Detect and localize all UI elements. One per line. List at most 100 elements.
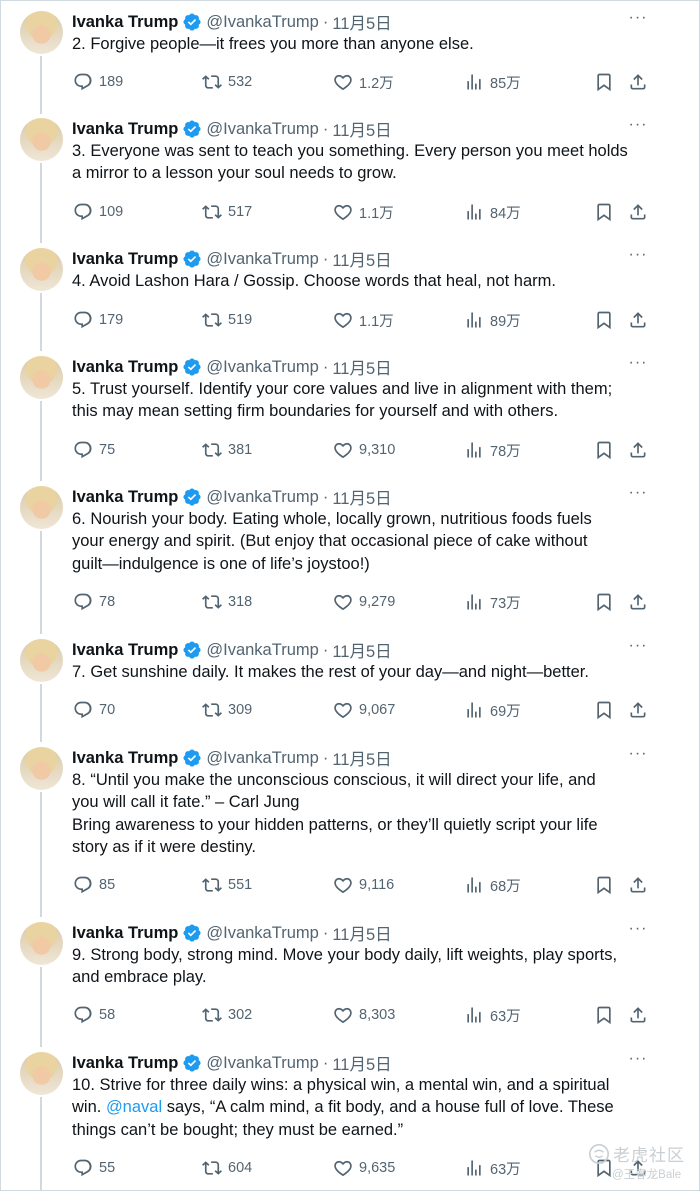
author-name[interactable]: Ivanka Trump: [72, 13, 178, 32]
author-handle[interactable]: @IvankaTrump: [206, 13, 318, 32]
reply-button[interactable]: 189: [73, 70, 123, 94]
views-button[interactable]: 84万: [464, 200, 521, 224]
author-name[interactable]: Ivanka Trump: [72, 250, 178, 269]
bookmark-button[interactable]: [594, 200, 614, 224]
tweet-date[interactable]: 11月5日: [332, 485, 391, 509]
more-dots-icon[interactable]: ···: [628, 746, 648, 769]
author-name[interactable]: Ivanka Trump: [72, 358, 178, 377]
author-handle[interactable]: @IvankaTrump: [206, 749, 318, 768]
bookmark-icon: [597, 1006, 611, 1025]
avatar[interactable]: [20, 639, 63, 682]
like-button[interactable]: 1.1万: [333, 200, 394, 224]
reply-button[interactable]: 78: [73, 590, 115, 614]
share-button[interactable]: [628, 590, 648, 614]
retweet-button[interactable]: 309: [202, 698, 252, 722]
avatar[interactable]: [20, 118, 63, 161]
bookmark-button[interactable]: [594, 698, 614, 722]
tweet-date[interactable]: 11月5日: [332, 921, 391, 945]
bookmark-button[interactable]: [594, 308, 614, 332]
author-handle[interactable]: @IvankaTrump: [206, 924, 318, 943]
retweet-button[interactable]: 517: [202, 200, 252, 224]
share-button[interactable]: [628, 873, 648, 897]
like-button[interactable]: 9,116: [333, 873, 394, 897]
author-name[interactable]: Ivanka Trump: [72, 749, 178, 768]
like-button[interactable]: 9,310: [333, 438, 395, 462]
more-dots-icon[interactable]: ···: [628, 1051, 648, 1074]
share-button[interactable]: [628, 1003, 648, 1027]
author-handle[interactable]: @IvankaTrump: [206, 250, 318, 269]
share-button[interactable]: [628, 698, 648, 722]
views-button[interactable]: 73万: [464, 590, 521, 614]
tweet-date[interactable]: 11月5日: [332, 117, 391, 141]
avatar[interactable]: [20, 1052, 63, 1095]
tweet-date[interactable]: 11月5日: [332, 355, 391, 379]
share-button[interactable]: [628, 200, 648, 224]
retweet-button[interactable]: 604: [202, 1156, 252, 1180]
views-button[interactable]: 89万: [464, 308, 521, 332]
author-handle[interactable]: @IvankaTrump: [206, 1054, 318, 1073]
views-button[interactable]: 69万: [464, 698, 521, 722]
author-handle[interactable]: @IvankaTrump: [206, 488, 318, 507]
reply-button[interactable]: 85: [73, 873, 115, 897]
bookmark-button[interactable]: [594, 590, 614, 614]
author-handle[interactable]: @IvankaTrump: [206, 120, 318, 139]
share-button[interactable]: [628, 438, 648, 462]
views-button[interactable]: 85万: [464, 70, 521, 94]
views-button[interactable]: 63万: [464, 1156, 521, 1180]
more-dots-icon[interactable]: ···: [628, 247, 648, 270]
author-name[interactable]: Ivanka Trump: [72, 641, 178, 660]
avatar[interactable]: [20, 356, 63, 399]
more-dots-icon[interactable]: ···: [628, 355, 648, 378]
retweet-button[interactable]: 318: [202, 590, 252, 614]
retweet-button[interactable]: 302: [202, 1003, 252, 1027]
reply-button[interactable]: 179: [73, 308, 123, 332]
retweet-button[interactable]: 381: [202, 438, 252, 462]
author-handle[interactable]: @IvankaTrump: [206, 641, 318, 660]
share-button[interactable]: [628, 70, 648, 94]
more-dots-icon[interactable]: ···: [628, 117, 648, 140]
avatar[interactable]: [20, 11, 63, 54]
author-name[interactable]: Ivanka Trump: [72, 488, 178, 507]
retweet-button[interactable]: 519: [202, 308, 252, 332]
bookmark-button[interactable]: [594, 873, 614, 897]
more-dots-icon[interactable]: ···: [628, 638, 648, 661]
share-button[interactable]: [628, 308, 648, 332]
retweet-button[interactable]: 532: [202, 70, 252, 94]
tweet-date[interactable]: 11月5日: [332, 247, 391, 271]
like-button[interactable]: 9,279: [333, 590, 395, 614]
share-upload-icon: [630, 74, 646, 90]
like-button[interactable]: 9,635: [333, 1156, 395, 1180]
avatar[interactable]: [20, 486, 63, 529]
author-handle[interactable]: @IvankaTrump: [206, 358, 318, 377]
more-dots-icon[interactable]: ···: [628, 921, 648, 944]
avatar[interactable]: [20, 248, 63, 291]
more-dots-icon[interactable]: ···: [628, 485, 648, 508]
bookmark-button[interactable]: [594, 70, 614, 94]
reply-button[interactable]: 109: [73, 200, 123, 224]
like-button[interactable]: 8,303: [333, 1003, 395, 1027]
tweet-date[interactable]: 11月5日: [332, 638, 391, 662]
reply-button[interactable]: 75: [73, 438, 115, 462]
views-button[interactable]: 78万: [464, 438, 521, 462]
views-button[interactable]: 68万: [464, 873, 521, 897]
retweet-button[interactable]: 551: [202, 873, 252, 897]
author-name[interactable]: Ivanka Trump: [72, 1054, 178, 1073]
tweet-date[interactable]: 11月5日: [332, 10, 391, 34]
avatar[interactable]: [20, 747, 63, 790]
more-dots-icon[interactable]: ···: [628, 10, 648, 33]
like-button[interactable]: 1.2万: [333, 70, 394, 94]
like-button[interactable]: 1.1万: [333, 308, 394, 332]
author-name[interactable]: Ivanka Trump: [72, 120, 178, 139]
bookmark-button[interactable]: [594, 438, 614, 462]
bookmark-button[interactable]: [594, 1003, 614, 1027]
mention-link[interactable]: @naval: [106, 1098, 162, 1116]
tweet-date[interactable]: 11月5日: [332, 1051, 391, 1075]
tweet-date[interactable]: 11月5日: [332, 746, 391, 770]
views-button[interactable]: 63万: [464, 1003, 521, 1027]
reply-button[interactable]: 55: [73, 1156, 115, 1180]
like-button[interactable]: 9,067: [333, 698, 395, 722]
author-name[interactable]: Ivanka Trump: [72, 924, 178, 943]
reply-button[interactable]: 58: [73, 1003, 115, 1027]
avatar[interactable]: [20, 922, 63, 965]
reply-button[interactable]: 70: [73, 698, 115, 722]
